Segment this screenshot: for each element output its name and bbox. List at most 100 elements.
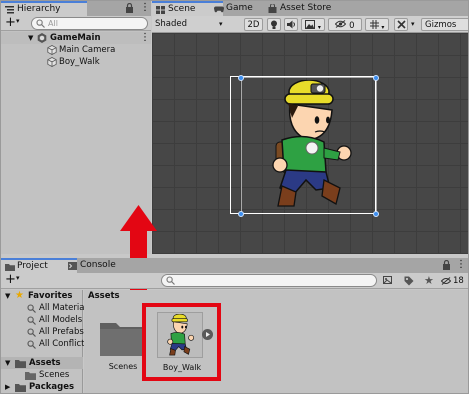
lock-icon[interactable] xyxy=(125,2,134,16)
hierarchy-item-main-camera[interactable]: Main Camera xyxy=(1,44,151,56)
effects-dropdown[interactable]: ▾ xyxy=(301,18,325,31)
asset-item-boy-walk[interactable]: Boy_Walk xyxy=(151,310,213,376)
folder-item-scenes[interactable]: Scenes xyxy=(1,369,83,381)
lighting-toggle[interactable] xyxy=(267,18,281,31)
panel-menu-icon[interactable]: ⋮ xyxy=(456,259,466,270)
gizmos-dropdown[interactable]: Gizmos xyxy=(421,18,468,31)
assets-root-label: Assets xyxy=(29,358,61,368)
tools-button[interactable] xyxy=(394,18,408,31)
rect-handle-bottom-right[interactable] xyxy=(373,211,379,217)
hierarchy-search-placeholder: All xyxy=(48,19,58,28)
scene-name: GameMain xyxy=(50,33,101,43)
hidden-packages-count: 18 xyxy=(453,276,464,286)
favorites-item[interactable]: All Models xyxy=(1,314,83,326)
chevron-down-icon: ▾ xyxy=(317,24,321,31)
project-tabbar: Project Console ⋮ xyxy=(1,258,468,275)
add-object-button[interactable]: + xyxy=(5,15,16,30)
hierarchy-item-label: Main Camera xyxy=(59,45,116,55)
boy-walk-thumbnail-icon xyxy=(167,314,195,356)
expand-arrow-icon[interactable]: ▼ xyxy=(28,32,33,44)
grid-snap-icon xyxy=(369,20,382,32)
effects-image-icon xyxy=(305,20,318,32)
favorites-item[interactable]: All Conflict xyxy=(1,338,84,352)
chevron-down-icon: ▾ xyxy=(381,24,385,31)
project-assets-view: Assets Scenes Boy_Walk xyxy=(84,290,468,393)
boy-walk-sprite[interactable] xyxy=(268,80,358,215)
search-by-label-icon[interactable] xyxy=(404,276,414,289)
chevron-down-icon[interactable]: ▾ xyxy=(411,18,415,31)
folder-icon xyxy=(5,263,15,271)
hierarchy-list-icon xyxy=(5,6,14,14)
lock-icon[interactable] xyxy=(442,259,451,273)
search-icon xyxy=(166,276,175,288)
favorites-item[interactable]: All Prefabs xyxy=(1,326,84,338)
asset-item-label: Scenes xyxy=(108,362,138,371)
hierarchy-item-boy-walk[interactable]: Boy_Walk xyxy=(1,56,151,68)
sprite-thumbnail xyxy=(157,312,203,358)
hierarchy-tabbar: Hierarchy ⋮ xyxy=(1,1,151,18)
scene-row-gamemain[interactable]: ▼ GameMain ⋮ xyxy=(1,32,151,44)
draw-mode-dropdown[interactable]: Shaded ▾ xyxy=(153,18,229,31)
create-asset-button[interactable]: + xyxy=(5,272,16,288)
grid-toggle[interactable]: ▾ xyxy=(365,18,389,31)
scene-menu-icon[interactable]: ⋮ xyxy=(140,32,150,44)
gamepad-icon xyxy=(214,4,224,13)
hidden-objects-toggle[interactable]: 0 xyxy=(328,18,362,31)
asset-item-scenes-folder[interactable]: Scenes xyxy=(98,314,148,374)
scene-viewport[interactable] xyxy=(152,33,468,254)
expand-arrow-icon[interactable]: ▶ xyxy=(5,381,10,393)
gizmos-label: Gizmos xyxy=(425,20,457,30)
toggle-2d-label: 2D xyxy=(247,20,260,30)
rect-handle-top-right[interactable] xyxy=(373,75,379,81)
rect-handle-bottom-left[interactable] xyxy=(238,211,244,217)
rect-handle-top-left[interactable] xyxy=(238,75,244,81)
tab-asset-store[interactable]: Asset Store xyxy=(264,1,360,16)
packages-root[interactable]: ▶ Packages xyxy=(1,381,83,393)
add-dropdown-icon[interactable]: ▾ xyxy=(16,17,20,25)
tab-hierarchy-label: Hierarchy xyxy=(17,4,61,14)
expand-sprite-play-icon[interactable] xyxy=(202,329,213,343)
project-toolbar: + ▾ ★ 18 xyxy=(1,272,468,289)
search-by-type-icon[interactable] xyxy=(383,276,394,289)
favorite-star-icon: ★ xyxy=(15,290,24,301)
expand-arrow-icon[interactable]: ▼ xyxy=(5,290,10,302)
scene-tabbar: Scene Game Asset Store xyxy=(152,1,468,18)
project-folder-tree: ▼ ★ Favorites All Materia All Models All… xyxy=(1,290,85,393)
shopping-bag-icon xyxy=(268,3,277,13)
scene-toolbar: Shaded ▾ 2D ▾ 0 ▾ ▾ Gizmos xyxy=(152,16,468,33)
favorites-header[interactable]: ▼ ★ Favorites xyxy=(1,290,83,302)
breadcrumb[interactable]: Assets xyxy=(88,290,120,302)
panel-menu-icon[interactable]: ⋮ xyxy=(140,2,150,13)
favorites-item-label: All Materia xyxy=(39,303,85,313)
favorites-item-label: All Prefabs xyxy=(39,327,84,337)
assets-root[interactable]: ▼ Assets xyxy=(1,357,83,369)
tab-console-label: Console xyxy=(80,260,116,270)
console-icon xyxy=(68,261,77,270)
grid-icon xyxy=(156,6,165,14)
hierarchy-search-input[interactable]: All xyxy=(31,17,148,30)
lightbulb-icon xyxy=(270,20,278,33)
hierarchy-item-label: Boy_Walk xyxy=(59,57,100,67)
favorites-item-label: All Models xyxy=(39,315,83,325)
eye-slash-icon[interactable] xyxy=(440,277,452,288)
toggle-2d-button[interactable]: 2D xyxy=(244,18,263,31)
create-dropdown-icon[interactable]: ▾ xyxy=(16,274,20,282)
chevron-down-icon: ▾ xyxy=(219,20,223,28)
favorites-label: Favorites xyxy=(28,291,73,301)
folder-icon xyxy=(15,383,26,393)
draw-mode-label: Shaded xyxy=(155,19,188,29)
hidden-count: 0 xyxy=(349,21,355,31)
tools-icon xyxy=(396,20,406,32)
tab-game-label: Game xyxy=(226,3,253,13)
hierarchy-toolbar: + ▾ All xyxy=(1,15,151,31)
search-icon xyxy=(27,340,36,352)
audio-toggle[interactable] xyxy=(284,18,298,31)
gameobject-cube-icon xyxy=(47,57,57,70)
expand-arrow-icon[interactable]: ▼ xyxy=(5,357,10,369)
project-search-input[interactable] xyxy=(161,274,377,287)
eye-slash-icon xyxy=(335,20,349,31)
favorites-item[interactable]: All Materia xyxy=(1,302,85,314)
asset-item-label: Boy_Walk xyxy=(162,363,202,372)
tab-console[interactable]: Console xyxy=(64,258,142,273)
favorite-star-icon[interactable]: ★ xyxy=(424,273,434,289)
